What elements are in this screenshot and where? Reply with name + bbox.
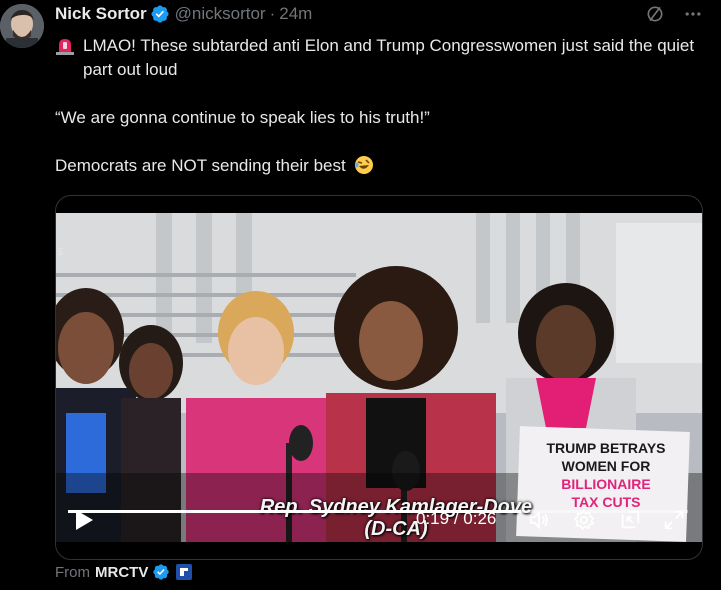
siren-emoji-icon	[56, 39, 74, 55]
post-line-3: Democrats are NOT sending their best	[55, 154, 695, 178]
post-line-1: LMAO! These subtarded anti Elon and Trum…	[55, 34, 695, 82]
source-prefix: From	[55, 563, 90, 581]
video-frame[interactable]: 5 TRUMP BETRAYS WOMEN FOR BILLIONAIRE TA…	[56, 213, 702, 542]
separator-dot: ·	[269, 4, 276, 23]
author-name[interactable]: Nick Sortor	[55, 4, 147, 24]
video-card[interactable]: 5 TRUMP BETRAYS WOMEN FOR BILLIONAIRE TA…	[55, 195, 703, 560]
video-time-readout: 0:19 / 0:26	[416, 509, 496, 529]
more-icon[interactable]	[683, 4, 703, 24]
sign-line-2: WOMEN FOR	[561, 458, 651, 474]
post-line-2: “We are gonna continue to speak lies to …	[55, 108, 430, 127]
time-total: 0:26	[463, 509, 497, 528]
volume-icon[interactable]	[528, 509, 550, 531]
post-text: LMAO! These subtarded anti Elon and Trum…	[55, 34, 695, 178]
rofl-emoji-icon	[355, 156, 374, 174]
picture-in-picture-icon[interactable]	[619, 509, 641, 531]
video-controls: 0:19 / 0:26	[56, 501, 702, 537]
avatar-image	[0, 4, 44, 48]
verified-badge-icon	[151, 5, 169, 23]
grok-icon[interactable]	[645, 4, 665, 24]
affiliate-logo-icon	[176, 564, 193, 580]
post-line-1-text: LMAO! These subtarded anti Elon and Trum…	[83, 36, 695, 79]
svg-text:5: 5	[58, 247, 63, 257]
sign-line-3: BILLIONAIRE	[561, 476, 651, 492]
settings-icon[interactable]	[573, 509, 595, 531]
sign-line-1: TRUMP BETRAYS	[546, 440, 666, 456]
avatar[interactable]	[0, 4, 44, 48]
header-actions	[645, 4, 703, 24]
author-handle[interactable]: @nicksortor	[175, 4, 266, 24]
play-icon[interactable]	[74, 509, 94, 531]
time-current: 0:19	[416, 509, 450, 528]
time-separator: /	[453, 509, 459, 528]
source-name[interactable]: MRCTV	[95, 564, 148, 581]
fullscreen-icon[interactable]	[663, 509, 685, 531]
verified-badge-icon	[153, 564, 170, 580]
post-header: Nick Sortor @nicksortor · 24m	[55, 2, 312, 26]
source-attribution: From MRCTV	[55, 563, 193, 581]
post-line-3-text: Democrats are NOT sending their best	[55, 156, 346, 175]
post-time[interactable]: 24m	[279, 4, 312, 24]
